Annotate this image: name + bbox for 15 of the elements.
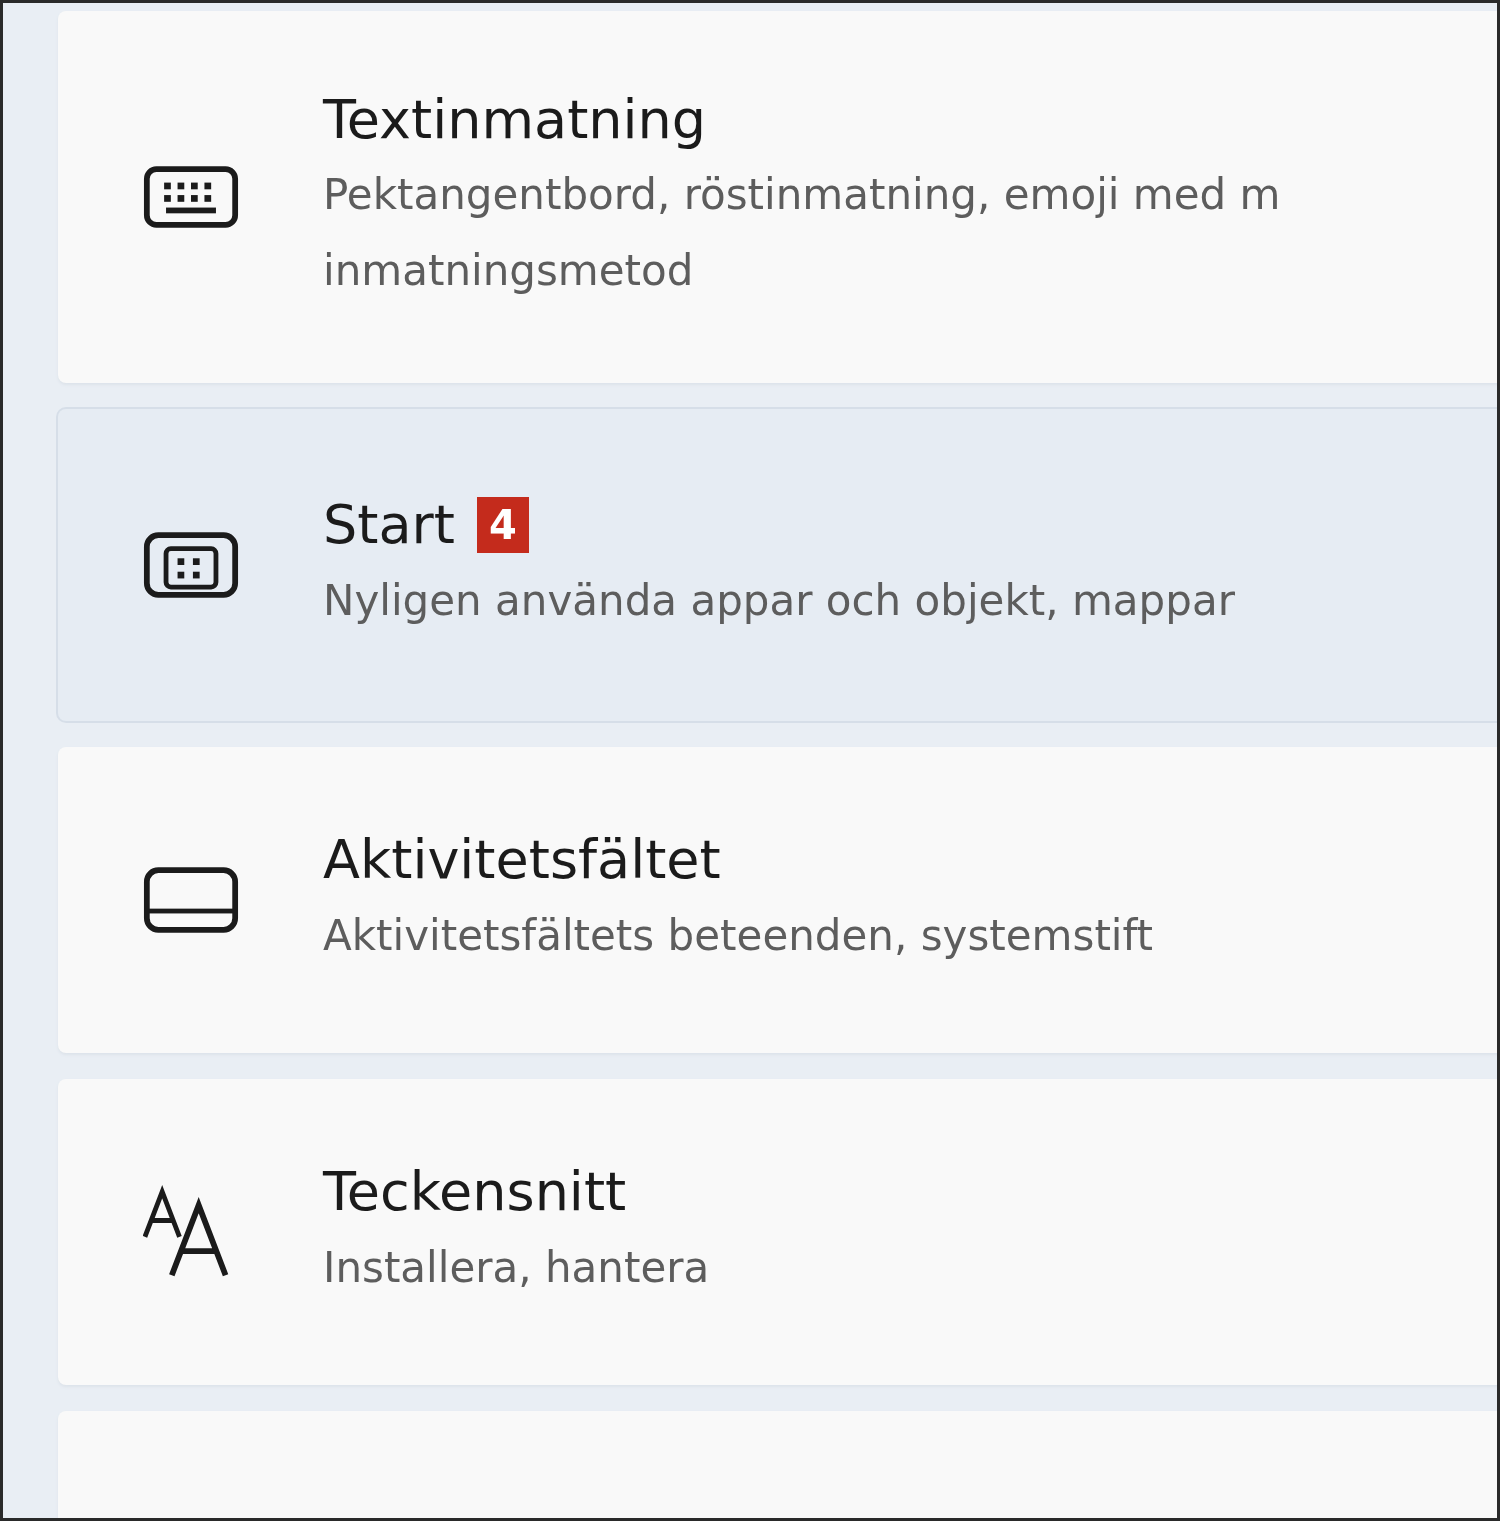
start-menu-icon	[142, 531, 239, 599]
settings-card[interactable]: Aktivitetsfältet Aktivitetsfältets beteenden, systemstift	[58, 747, 1497, 1053]
setting-description: Aktivitetsfältets beteenden, systemstift	[323, 909, 1154, 962]
setting-title: Textinmatning	[323, 86, 707, 153]
setting-description: Pektangentbord, röstinmatning, emoji med m inmatningsmetod	[323, 169, 1281, 297]
count-badge: 4	[476, 497, 529, 554]
setting-description: Installera, hantera	[323, 1241, 710, 1294]
keyboard-icon	[142, 163, 239, 231]
settings-card[interactable]: Textinmatning Pektangentbord, röstinmatning, emoji med m inmatningsmetod	[58, 11, 1497, 383]
settings-card[interactable]: Teckensnitt Installera, hantera	[58, 1079, 1497, 1385]
setting-description: Nyligen använda appar och objekt, mappar	[323, 574, 1235, 627]
taskbar-icon	[142, 866, 239, 934]
setting-title: Start	[323, 492, 455, 559]
setting-title: Aktivitetsfältet	[323, 827, 721, 894]
setting-title: Teckensnitt	[323, 1159, 627, 1226]
